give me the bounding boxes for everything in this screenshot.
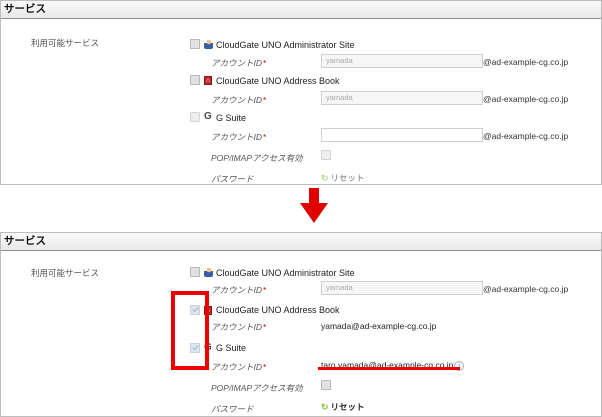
address-book-service-name: CloudGate UNO Address Book — [216, 76, 340, 86]
pop-imap-checkbox[interactable] — [321, 380, 331, 390]
admin-service-checkbox[interactable] — [190, 39, 200, 49]
down-arrow-icon — [309, 188, 319, 204]
gsuite-account-id-input[interactable] — [321, 128, 483, 142]
google-g-icon: G — [204, 111, 212, 122]
gsuite-service-name: G Suite — [216, 343, 247, 353]
pop-imap-label: POP/IMAPアクセス有効 — [211, 153, 303, 163]
reset-arrow-icon: ↻ — [321, 402, 329, 412]
section-title: サービス — [1, 1, 601, 19]
address-book-account-id-label: アカウントID* — [211, 322, 267, 332]
admin-service-name: CloudGate UNO Administrator Site — [216, 268, 355, 278]
password-label: パスワード — [211, 404, 254, 414]
services-panel-before: サービス 利用可能サービス CloudGate UNO Administrato… — [0, 0, 602, 185]
gsuite-service-name: G Suite — [216, 113, 247, 123]
reset-arrow-icon: ↻ — [321, 173, 329, 183]
admin-account-id-input[interactable]: yamada — [321, 54, 483, 68]
address-book-account-id-value: yamada@ad-example-cg.co.jp — [321, 321, 437, 331]
pop-imap-label: POP/IMAPアクセス有効 — [211, 383, 303, 393]
admin-user-icon — [204, 39, 213, 49]
admin-service-name: CloudGate UNO Administrator Site — [216, 40, 355, 50]
address-book-service-name: CloudGate UNO Address Book — [216, 305, 340, 315]
available-services-label: 利用可能サービス — [31, 38, 100, 48]
admin-domain-suffix: @ad-example-cg.co.jp — [483, 284, 569, 294]
admin-domain-suffix: @ad-example-cg.co.jp — [483, 57, 569, 67]
admin-account-id-label: アカウントID* — [211, 58, 267, 68]
reset-password-button[interactable]: ↻ リセット — [321, 172, 365, 184]
admin-service-checkbox[interactable] — [190, 267, 200, 277]
address-book-account-id-input[interactable]: yamada — [321, 91, 483, 105]
gsuite-account-id-label: アカウントID* — [211, 132, 267, 142]
pop-imap-checkbox[interactable] — [321, 150, 331, 160]
password-label: パスワード — [211, 174, 254, 184]
available-services-label: 利用可能サービス — [31, 268, 100, 278]
admin-user-icon — [204, 267, 213, 277]
admin-account-id-input[interactable]: yamada — [321, 281, 483, 295]
reset-password-button[interactable]: ↻ リセット — [321, 401, 365, 413]
admin-account-id-label: アカウントID* — [211, 285, 267, 295]
gsuite-domain-suffix: @ad-example-cg.co.jp — [483, 131, 569, 141]
section-title: サービス — [1, 233, 601, 251]
services-panel-after: サービス 利用可能サービス CloudGate UNO Administrato… — [0, 232, 602, 417]
highlight-underline-gsuite-account — [318, 367, 460, 370]
gsuite-account-id-label: アカウントID* — [211, 362, 267, 372]
address-book-service-checkbox[interactable] — [190, 75, 200, 85]
highlight-box-checkboxes — [171, 291, 209, 370]
address-book-icon: ⌂ — [204, 76, 212, 85]
address-book-account-id-label: アカウントID* — [211, 95, 267, 105]
down-arrow-head — [300, 203, 328, 223]
address-book-domain-suffix: @ad-example-cg.co.jp — [483, 94, 569, 104]
gsuite-service-checkbox[interactable] — [190, 112, 200, 122]
